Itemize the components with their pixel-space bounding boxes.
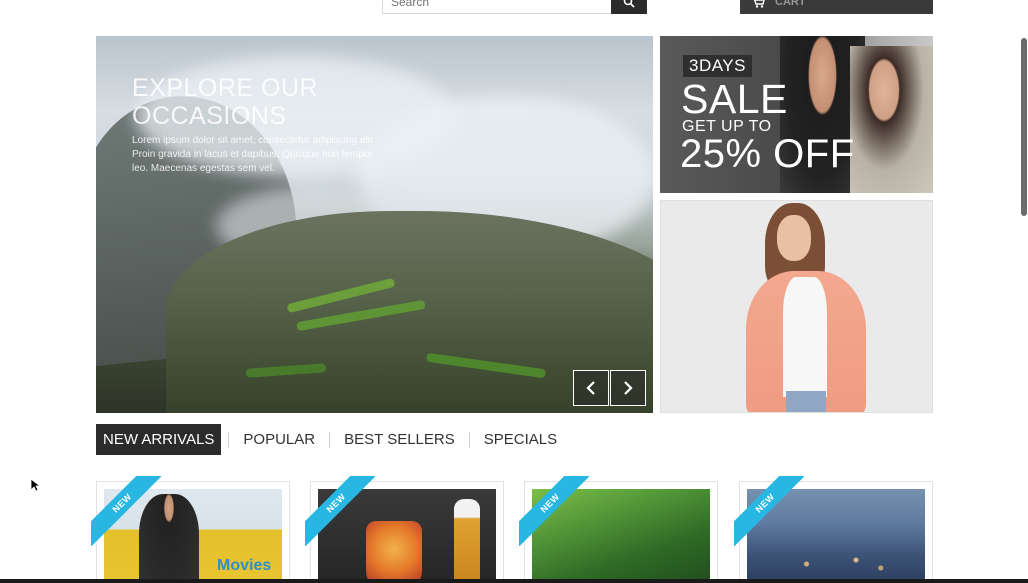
hero-slider[interactable]: EXPLORE OUR OCCASIONS Lorem ipsum dolor … bbox=[96, 36, 653, 413]
search-icon bbox=[623, 0, 635, 8]
slider-next-button[interactable] bbox=[610, 370, 646, 406]
sale-headline: SALE bbox=[681, 76, 788, 122]
tab-new-arrivals[interactable]: NEW ARRIVALS bbox=[96, 424, 222, 455]
product-card[interactable]: NEW bbox=[305, 476, 504, 583]
search-button[interactable] bbox=[611, 0, 647, 14]
banner-model-woman bbox=[850, 46, 933, 193]
model-jeans bbox=[786, 391, 826, 412]
thumb-city-lights bbox=[757, 544, 922, 583]
tab-divider bbox=[329, 431, 331, 448]
new-ribbon: NEW bbox=[519, 476, 589, 546]
slider-navigation bbox=[573, 370, 646, 406]
cart-label: CART bbox=[775, 0, 806, 8]
cart-icon bbox=[754, 0, 765, 8]
new-ribbon: NEW bbox=[734, 476, 804, 546]
sale-days-tag: 3DAYS bbox=[683, 55, 752, 77]
model-shirt bbox=[783, 277, 827, 397]
tab-popular[interactable]: POPULAR bbox=[236, 424, 322, 455]
mouse-cursor-icon bbox=[30, 478, 40, 492]
sale-banner[interactable]: 3DAYS SALE GET UP TO 25% OFF bbox=[660, 36, 933, 193]
new-ribbon: NEW bbox=[91, 476, 161, 546]
product-card[interactable]: NEW bbox=[734, 476, 933, 583]
new-badge: NEW bbox=[91, 476, 161, 546]
slide-description: Lorem ipsum dolor sit amet, consectetur … bbox=[132, 135, 376, 174]
new-badge: NEW bbox=[519, 476, 589, 546]
search-input[interactable] bbox=[382, 0, 611, 14]
chevron-right-icon bbox=[624, 381, 633, 395]
product-tabs: NEW ARRIVALS POPULAR BEST SELLERS SPECIA… bbox=[96, 424, 564, 455]
window-bottom-edge bbox=[0, 579, 1028, 583]
thumb-label: Movies bbox=[217, 557, 272, 574]
sale-percent: 25% OFF bbox=[680, 132, 855, 176]
chevron-left-icon bbox=[586, 381, 595, 395]
slide-caption: EXPLORE OUR OCCASIONS Lorem ipsum dolor … bbox=[132, 74, 382, 176]
product-card[interactable]: NEW bbox=[519, 476, 718, 583]
model-face bbox=[777, 215, 811, 261]
search-bar bbox=[382, 0, 647, 14]
model-banner[interactable] bbox=[660, 200, 933, 413]
page-scrollbar[interactable] bbox=[1021, 38, 1027, 216]
cart-button[interactable]: CART bbox=[740, 0, 933, 14]
tab-divider bbox=[228, 431, 230, 448]
product-card[interactable]: NEW Movies bbox=[91, 476, 290, 583]
tab-best-sellers[interactable]: BEST SELLERS bbox=[337, 424, 462, 455]
tab-divider bbox=[468, 431, 470, 448]
slide-title-line1: EXPLORE OUR bbox=[132, 74, 319, 102]
new-ribbon: NEW bbox=[305, 476, 375, 546]
thumb-bottle bbox=[454, 499, 480, 583]
new-badge: NEW bbox=[305, 476, 375, 546]
tab-specials[interactable]: SPECIALS bbox=[477, 424, 564, 455]
slider-prev-button[interactable] bbox=[573, 370, 609, 406]
slide-title-line2: OCCASIONS bbox=[132, 102, 287, 130]
new-badge: NEW bbox=[734, 476, 804, 546]
